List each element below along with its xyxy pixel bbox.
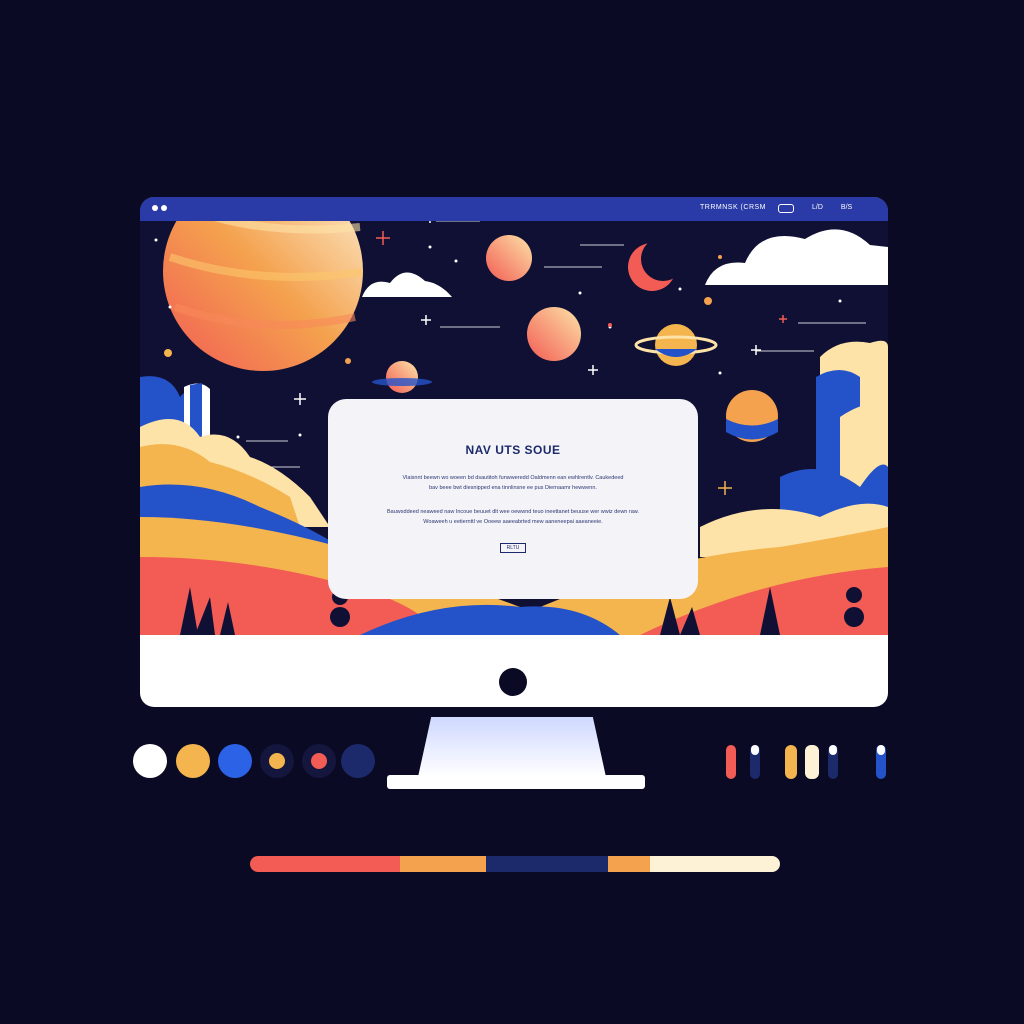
monitor-screen: TRRMNSK (CRSM L/D B/S NAV UTS SOUE Vlais… bbox=[140, 197, 888, 635]
color-bar bbox=[805, 745, 819, 779]
ringed-planet-icon bbox=[655, 324, 697, 366]
color-swatch bbox=[218, 744, 252, 778]
monitor-stand-base bbox=[387, 775, 645, 789]
nav-link-1[interactable]: L/D bbox=[812, 204, 823, 213]
nav-link-2[interactable]: B/S bbox=[841, 204, 852, 213]
nav-toggle-icon[interactable] bbox=[778, 204, 794, 213]
color-bar bbox=[877, 745, 885, 755]
color-bar bbox=[726, 745, 736, 779]
color-swatch bbox=[133, 744, 167, 778]
nav-links: L/D B/S bbox=[778, 204, 852, 213]
palette-segment bbox=[486, 856, 608, 872]
color-bar bbox=[751, 745, 759, 755]
palette-strip bbox=[250, 856, 780, 872]
color-bar bbox=[829, 745, 837, 755]
site-navbar: TRRMNSK (CRSM L/D B/S bbox=[140, 197, 888, 221]
monitor-logo-icon bbox=[499, 668, 527, 696]
palette-segment bbox=[608, 856, 650, 872]
monitor: TRRMNSK (CRSM L/D B/S NAV UTS SOUE Vlais… bbox=[140, 197, 888, 707]
color-swatch bbox=[341, 744, 375, 778]
hero-button[interactable]: RLTU bbox=[499, 543, 527, 553]
logo-dots-icon[interactable] bbox=[152, 205, 167, 211]
nav-brand[interactable]: TRRMNSK (CRSM bbox=[700, 204, 766, 211]
palette-segment bbox=[250, 856, 400, 872]
sparkle-icons bbox=[294, 211, 761, 405]
color-swatch bbox=[311, 753, 327, 769]
hero-title: NAV UTS SOUE bbox=[465, 443, 561, 457]
color-swatch bbox=[176, 744, 210, 778]
color-bar bbox=[785, 745, 797, 779]
color-swatch bbox=[269, 753, 285, 769]
hero-paragraph-1: Vlaisnnt beewn wo woeen bd dsautitoh fun… bbox=[402, 475, 624, 491]
monitor-stand bbox=[418, 717, 606, 777]
palette-segment bbox=[650, 856, 780, 872]
hero-paragraph-2: Bauwsddeed neaweed naw Incoue beuuet dlt… bbox=[387, 509, 639, 525]
planet-icon bbox=[527, 307, 581, 361]
hero-card: NAV UTS SOUE Vlaisnnt beewn wo woeen bd … bbox=[328, 399, 698, 599]
planet-icon bbox=[486, 235, 532, 281]
palette-segment bbox=[400, 856, 486, 872]
